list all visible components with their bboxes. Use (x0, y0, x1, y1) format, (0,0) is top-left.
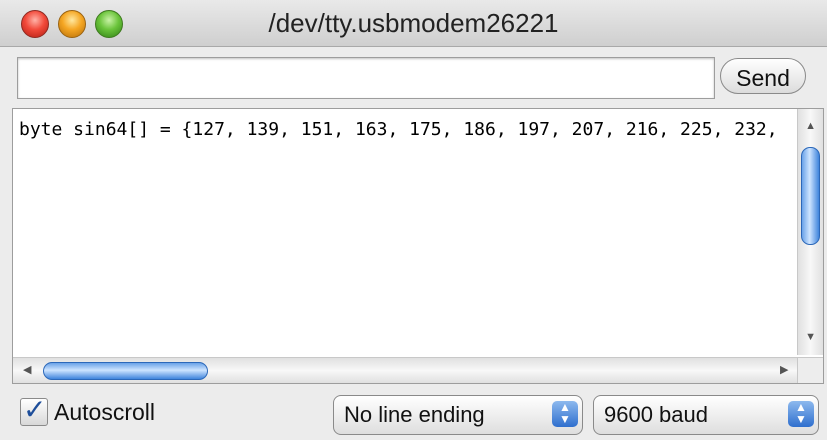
scroll-down-arrow-icon[interactable]: ▼ (805, 331, 816, 343)
window-title: /dev/tty.usbmodem26221 (268, 8, 559, 38)
baud-rate-select[interactable]: 9600 baud ▲ ▼ (593, 395, 819, 435)
line-ending-select[interactable]: No line ending ▲ ▼ (333, 395, 583, 435)
vertical-scrollbar[interactable]: ▲ ▼ (797, 109, 823, 355)
horizontal-scrollbar[interactable]: ◀ ▶ (13, 357, 799, 383)
scrollbar-corner (797, 357, 823, 383)
scroll-up-arrow-icon[interactable]: ▲ (805, 120, 816, 132)
select-stepper-icon: ▲ ▼ (788, 401, 814, 427)
select-stepper-icon: ▲ ▼ (552, 401, 578, 427)
serial-input[interactable] (17, 57, 715, 99)
baud-rate-value: 9600 baud (604, 402, 708, 427)
serial-output[interactable]: byte sin64[] = {127, 139, 151, 163, 175,… (12, 108, 824, 384)
scroll-right-arrow-icon[interactable]: ▶ (780, 363, 788, 376)
autoscroll-checkbox[interactable]: ✓ (20, 394, 48, 426)
send-button[interactable]: Send (720, 58, 806, 94)
autoscroll-label: Autoscroll (54, 398, 155, 425)
serial-output-text: byte sin64[] = {127, 139, 151, 163, 175,… (19, 119, 778, 140)
autoscroll-control[interactable]: ✓ Autoscroll (20, 394, 155, 426)
checkmark-icon: ✓ (23, 394, 47, 425)
scroll-left-arrow-icon[interactable]: ◀ (23, 363, 31, 376)
vertical-scroll-thumb[interactable] (801, 147, 820, 245)
serial-monitor-window: /dev/tty.usbmodem26221 Send byte sin64[]… (0, 0, 827, 440)
titlebar[interactable]: /dev/tty.usbmodem26221 (0, 0, 827, 47)
horizontal-scroll-thumb[interactable] (43, 362, 208, 380)
line-ending-value: No line ending (344, 402, 485, 427)
